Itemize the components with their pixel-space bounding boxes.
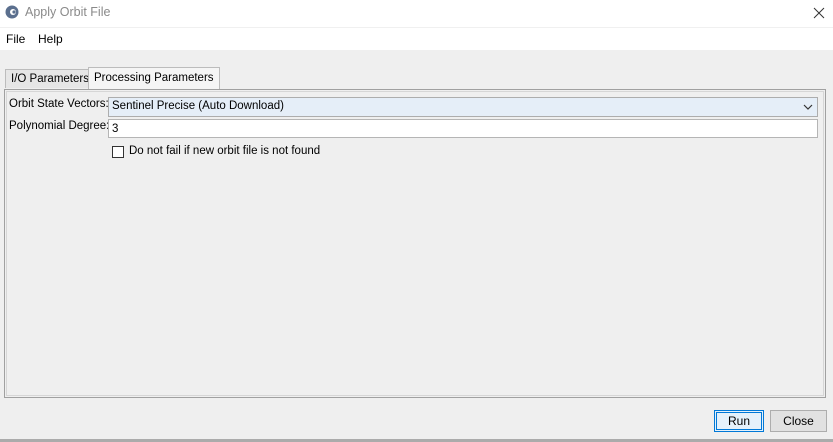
close-button[interactable]: Close [770, 410, 827, 432]
window-title: Apply Orbit File [25, 5, 111, 19]
do-not-fail-checkbox-label[interactable]: Do not fail if new orbit file is not fou… [129, 145, 320, 157]
polynomial-degree-input[interactable] [108, 119, 818, 138]
polynomial-degree-label: Polynomial Degree: [9, 120, 110, 132]
orbit-state-vectors-label: Orbit State Vectors: [9, 98, 109, 110]
orbit-state-vectors-select[interactable]: Sentinel Precise (Auto Download) [108, 97, 818, 117]
orbit-state-vectors-value: Sentinel Precise (Auto Download) [112, 100, 284, 112]
tab-io-parameters[interactable]: I/O Parameters [5, 69, 95, 88]
run-button[interactable]: Run [714, 410, 764, 432]
chevron-down-icon [803, 104, 813, 110]
app-logo-icon [5, 5, 19, 19]
menu-file[interactable]: File [6, 32, 25, 46]
menu-help[interactable]: Help [38, 32, 63, 46]
title-bar: Apply Orbit File [0, 0, 833, 27]
tab-processing-parameters[interactable]: Processing Parameters [88, 67, 220, 89]
close-icon [813, 7, 825, 19]
run-button-label: Run [727, 414, 750, 428]
menu-bar: File Help [0, 28, 833, 50]
do-not-fail-checkbox[interactable] [112, 146, 124, 158]
window-close-button[interactable] [805, 0, 833, 26]
